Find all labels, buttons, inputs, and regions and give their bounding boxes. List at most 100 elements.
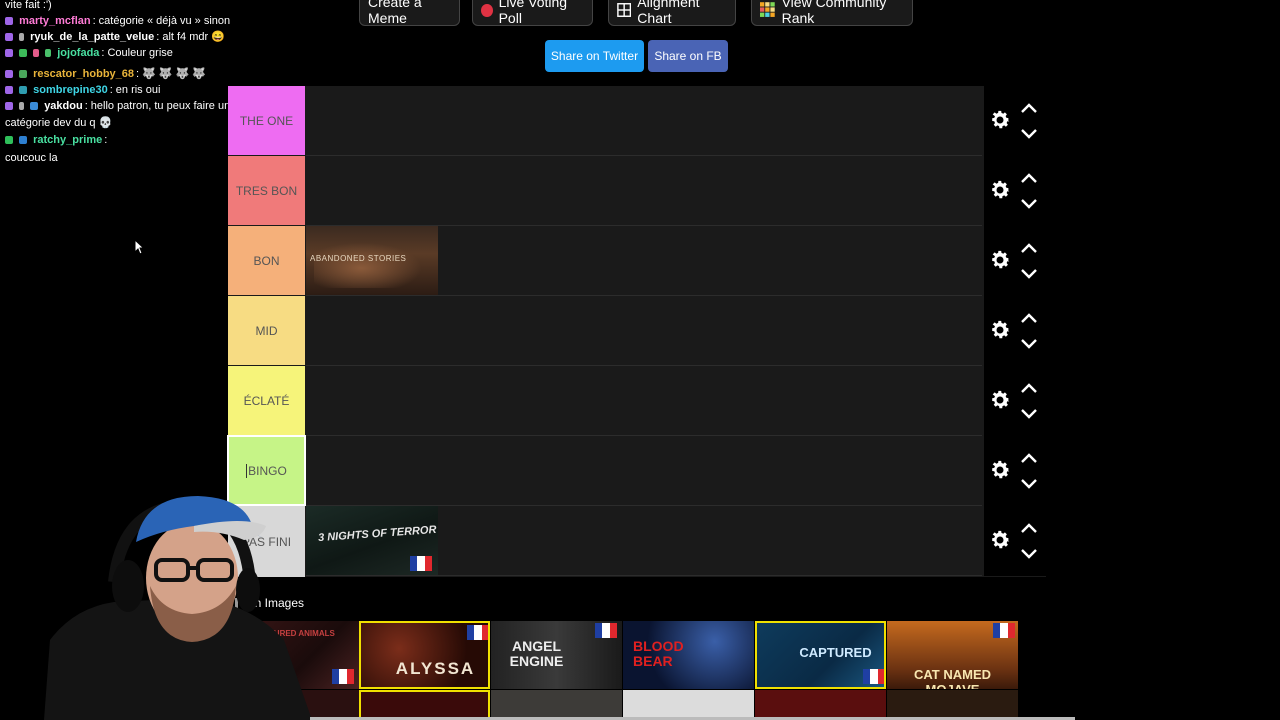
chevron-up-icon[interactable] — [1019, 452, 1039, 464]
pool-item-captured[interactable]: CAPTURED — [755, 621, 886, 689]
french-flag-icon — [595, 623, 617, 638]
chat-text: alt f4 mdr 😄 — [162, 31, 225, 43]
gear-icon[interactable] — [988, 178, 1012, 202]
pool-item-title: CAPTURED — [799, 645, 872, 660]
mouse-cursor-icon — [134, 239, 144, 255]
french-flag-icon — [993, 623, 1015, 638]
chat-message: rescator_hobby_68: 🐺 🐺 🐺 🐺 — [0, 66, 260, 82]
alignment-chart-button[interactable]: Alignment Chart — [608, 0, 736, 26]
tier-label[interactable]: ÉCLATÉ — [228, 366, 305, 435]
chevron-up-icon[interactable] — [1019, 172, 1039, 184]
chat-message: sombrepine30: en ris oui — [0, 82, 260, 98]
pool-item-title: ALYSSA — [395, 659, 476, 678]
chevron-down-icon[interactable] — [1019, 268, 1039, 280]
pool-item-alyssa[interactable]: ALYSSA — [359, 621, 490, 689]
chevron-down-icon[interactable] — [1019, 338, 1039, 350]
pool-item[interactable] — [755, 690, 886, 720]
grid-icon — [617, 3, 632, 17]
community-rank-label: View Community Rank — [781, 0, 887, 26]
chat-username[interactable]: sombrepine30 — [33, 84, 108, 96]
chat-text: catégorie « déjà vu » sinon — [98, 15, 231, 27]
tier-label-text: BON — [253, 253, 280, 268]
chat-text: Couleur grise — [107, 47, 173, 59]
pencil-badge-icon — [19, 102, 25, 110]
tier-item-3-nights-of-terror[interactable]: 3 NIGHTS OF TERROR — [306, 506, 438, 575]
pool-item[interactable] — [623, 690, 754, 720]
chevron-down-icon[interactable] — [1019, 128, 1039, 140]
pool-item-cat-named-mojave[interactable]: CAT NAMED MOJAVE — [887, 621, 1018, 689]
tier-drop-zone[interactable] — [306, 366, 982, 436]
sub-badge-icon — [5, 49, 13, 57]
chat-text: en ris oui — [115, 84, 161, 96]
gear-icon[interactable] — [988, 318, 1012, 342]
streamer-figure — [44, 496, 312, 720]
tier-drop-zone[interactable] — [306, 436, 982, 506]
live-voting-poll-button[interactable]: Live Voting Poll — [472, 0, 593, 26]
gear-icon[interactable] — [988, 458, 1012, 482]
square-badge-icon — [19, 136, 28, 144]
chevron-up-icon[interactable] — [1019, 242, 1039, 254]
chat-username[interactable]: marty_mcflan — [19, 15, 91, 27]
chevron-up-icon[interactable] — [1019, 312, 1039, 324]
tier-drop-zone[interactable] — [306, 296, 982, 366]
vip-badge-icon — [45, 49, 52, 57]
chat-username[interactable]: ratchy_prime — [33, 134, 102, 146]
chat-username[interactable]: yakdou — [44, 100, 83, 112]
pool-item-title: BLOOD BEAR — [633, 638, 684, 669]
tier-label-text[interactable]: BINGO — [246, 463, 287, 478]
create-meme-button[interactable]: Create a Meme — [359, 0, 460, 26]
chevron-up-icon[interactable] — [1019, 522, 1039, 534]
chat-username[interactable]: ryuk_de_la_patte_velue — [30, 31, 154, 43]
screen-badge-icon — [30, 102, 39, 110]
french-flag-icon — [467, 625, 488, 640]
pool-item-title: ANGEL ENGINE — [509, 638, 564, 669]
chat-text: hello patron, tu peux faire une — [90, 100, 237, 112]
chevron-down-icon[interactable] — [1019, 478, 1039, 490]
tier-drop-zone[interactable] — [306, 156, 982, 226]
tier-label[interactable]: BON — [228, 226, 305, 295]
check-badge-icon — [19, 49, 28, 57]
share-fb-label: Share on FB — [654, 49, 722, 63]
tier-label-text: TRES BON — [235, 183, 298, 198]
chat-message: ratchy_prime: — [0, 132, 260, 148]
chat-overlay: vite fait :') marty_mcflan: catégorie « d… — [0, 0, 260, 166]
chat-text: catégorie dev du q 💀 — [5, 117, 113, 129]
gear-icon[interactable] — [988, 248, 1012, 272]
pool-item-title: CAT NAMED MOJAVE — [913, 667, 992, 689]
pool-item[interactable] — [491, 690, 622, 720]
tier-label[interactable]: TRES BON — [228, 156, 305, 225]
sub-badge-icon — [5, 17, 13, 25]
tier-label[interactable]: THE ONE — [228, 86, 305, 155]
chat-line: vite fait :') — [0, 0, 260, 13]
gear-icon[interactable] — [988, 388, 1012, 412]
gear-icon[interactable] — [988, 528, 1012, 552]
prime-badge-icon — [5, 136, 13, 144]
chevron-down-icon[interactable] — [1019, 548, 1039, 560]
chevron-up-icon[interactable] — [1019, 102, 1039, 114]
pool-item[interactable] — [359, 690, 490, 720]
tier-row: ÉCLATÉ — [228, 366, 1046, 436]
alignment-chart-label: Alignment Chart — [637, 0, 700, 26]
chevron-down-icon[interactable] — [1019, 198, 1039, 210]
sub-badge-icon — [5, 86, 13, 94]
chat-username[interactable]: jojofada — [57, 47, 99, 59]
tier-item-abandoned-stories[interactable]: ABANDONED STORIES — [306, 226, 438, 295]
french-flag-icon — [410, 556, 432, 571]
chat-username[interactable]: rescator_hobby_68 — [33, 68, 134, 80]
tier-label[interactable]: MID — [228, 296, 305, 365]
pool-item[interactable] — [887, 690, 1018, 720]
chevron-down-icon[interactable] — [1019, 408, 1039, 420]
gear-icon[interactable] — [988, 108, 1012, 132]
chevron-up-icon[interactable] — [1019, 382, 1039, 394]
tier-item-title: 3 NIGHTS OF TERROR — [317, 523, 437, 545]
tier-label-text: THE ONE — [239, 113, 294, 128]
pool-item-blood-bear[interactable]: BLOOD BEAR — [623, 621, 754, 689]
chat-message: marty_mcflan: catégorie « déjà vu » sinon — [0, 13, 260, 29]
share-twitter-button[interactable]: Share on Twitter — [545, 40, 644, 72]
tier-drop-zone[interactable] — [306, 86, 982, 156]
view-community-rank-button[interactable]: View Community Rank — [751, 0, 913, 26]
rank-grid-icon — [760, 2, 775, 17]
pool-item-angel-engine[interactable]: ANGEL ENGINE — [491, 621, 622, 689]
webcam-overlay — [44, 490, 312, 720]
share-fb-button[interactable]: Share on FB — [648, 40, 728, 72]
